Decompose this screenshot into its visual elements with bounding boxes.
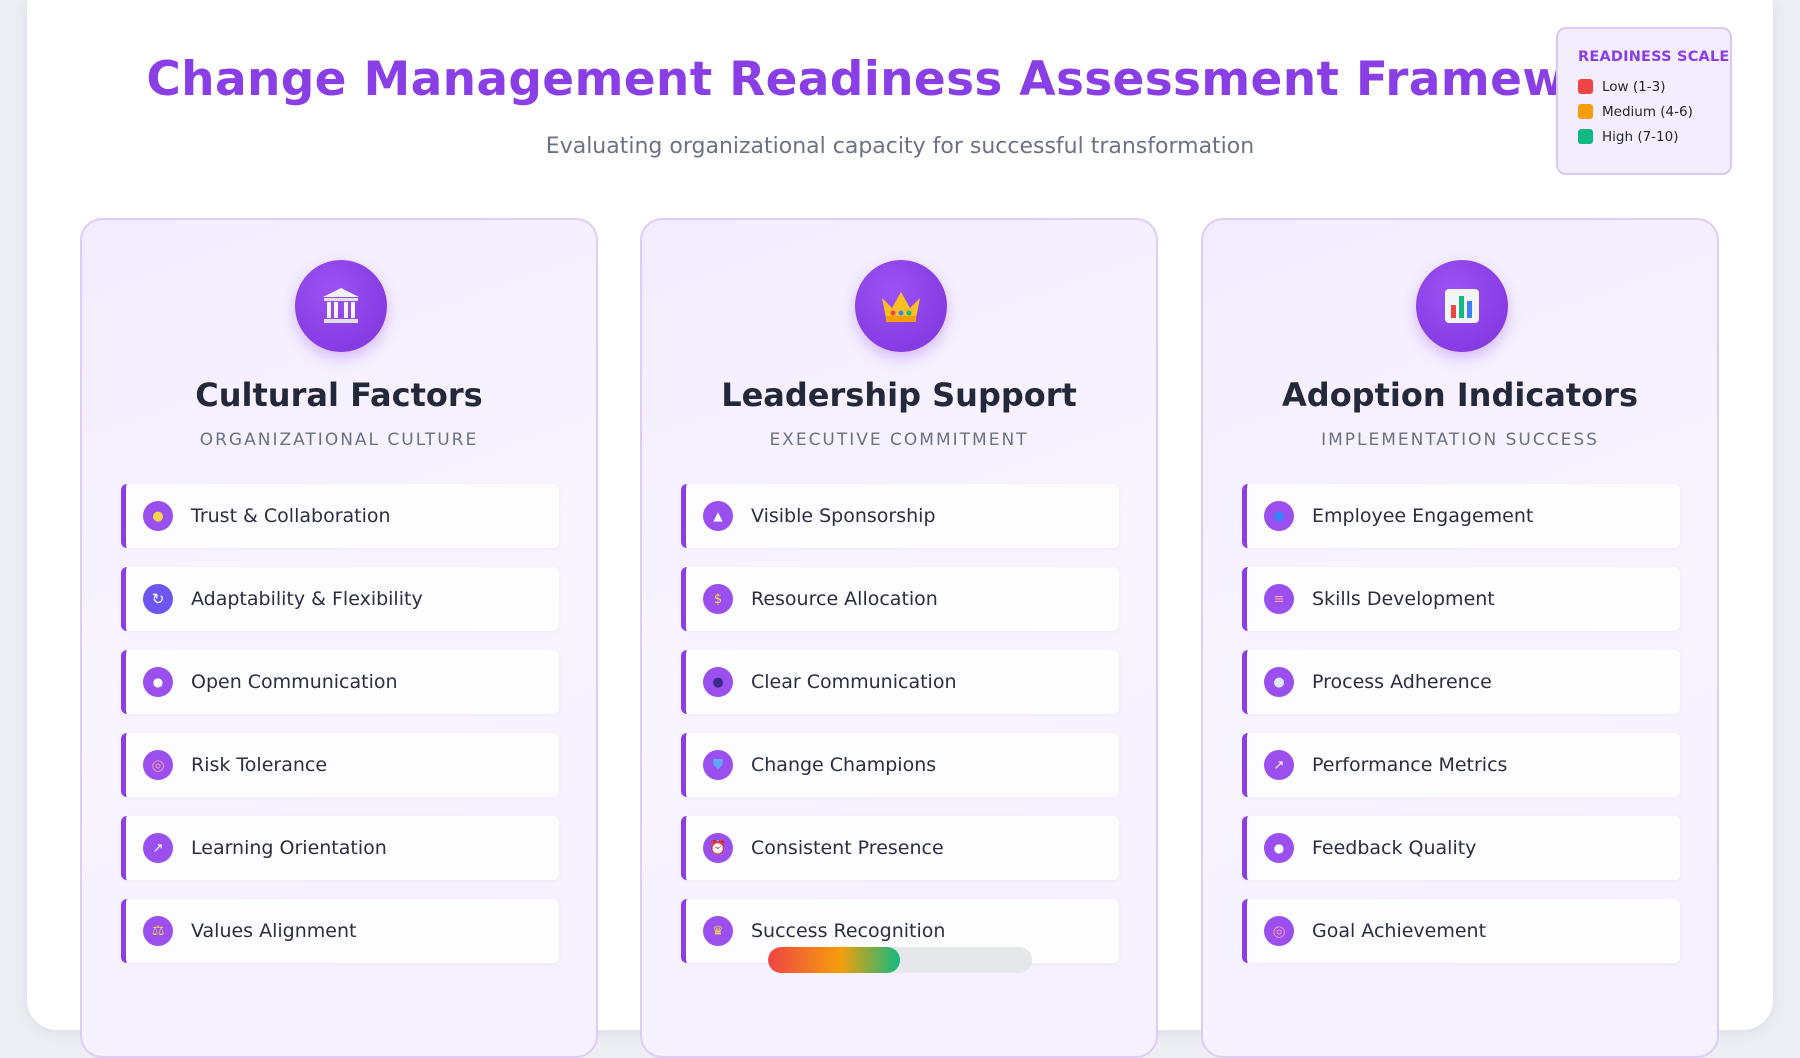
column-title: Leadership Support: [721, 376, 1077, 414]
readiness-progress-fill: [768, 947, 900, 973]
factor-item-values-alignment[interactable]: ⚖ Values Alignment: [121, 899, 559, 963]
alarm-clock-icon: ⏰: [703, 833, 733, 863]
refresh-icon: ↻: [143, 584, 173, 614]
speaking-head-icon: ●: [703, 667, 733, 697]
factor-item-learning-orientation[interactable]: ↗ Learning Orientation: [121, 816, 559, 880]
factor-label: Skills Development: [1312, 588, 1495, 610]
column-title: Cultural Factors: [195, 376, 483, 414]
tent-icon: ▲: [703, 501, 733, 531]
factor-label: Change Champions: [751, 754, 937, 776]
factor-list: ● Trust & Collaboration ↻ Adaptability &…: [121, 484, 559, 982]
classical-building-icon: [295, 260, 387, 352]
factor-label: Resource Allocation: [751, 588, 938, 610]
trend-chart-icon: ↗: [1264, 750, 1294, 780]
factor-label: Employee Engagement: [1312, 505, 1534, 527]
factor-label: Success Recognition: [751, 920, 946, 942]
trend-chart-icon: ↗: [143, 833, 173, 863]
factor-label: Performance Metrics: [1312, 754, 1508, 776]
column-subtitle: ORGANIZATIONAL CULTURE: [199, 430, 479, 450]
legend-label-medium: Medium (4-6): [1602, 103, 1693, 120]
legend-item-low: Low (1-3): [1578, 74, 1730, 99]
factor-item-feedback-quality[interactable]: ● Feedback Quality: [1242, 816, 1680, 880]
factor-label: Visible Sponsorship: [751, 505, 936, 527]
factor-item-employee-engagement[interactable]: ● Employee Engagement: [1242, 484, 1680, 548]
page-subtitle: Evaluating organizational capacity for s…: [545, 134, 1255, 159]
page-title: Change Management Readiness Assessment F…: [146, 52, 1654, 107]
legend-swatch-high: [1578, 129, 1593, 144]
readiness-legend: READINESS SCALE Low (1-3) Medium (4-6) H…: [1556, 27, 1732, 175]
speech-bubble-icon: ●: [143, 667, 173, 697]
factor-label: Adaptability & Flexibility: [191, 588, 423, 610]
legend-label-high: High (7-10): [1602, 128, 1679, 145]
column-subtitle: IMPLEMENTATION SUCCESS: [1321, 430, 1599, 450]
factor-item-skills-development[interactable]: ≡ Skills Development: [1242, 567, 1680, 631]
factor-item-change-champions[interactable]: ⛊ Change Champions: [681, 733, 1119, 797]
target-icon: ◎: [1264, 916, 1294, 946]
target-icon: ◎: [143, 750, 173, 780]
handshake-icon: ●: [143, 501, 173, 531]
column-leadership-support: Leadership Support EXECUTIVE COMMITMENT …: [640, 218, 1158, 1058]
factor-item-resource-allocation[interactable]: $ Resource Allocation: [681, 567, 1119, 631]
factor-label: Values Alignment: [191, 920, 357, 942]
factor-label: Risk Tolerance: [191, 754, 328, 776]
legend-swatch-low: [1578, 79, 1593, 94]
factor-list: ● Employee Engagement ≡ Skills Developme…: [1242, 484, 1680, 982]
factor-label: Open Communication: [191, 671, 398, 693]
factor-label: Process Adherence: [1312, 671, 1492, 693]
factor-label: Goal Achievement: [1312, 920, 1487, 942]
bar-chart-icon: [1416, 260, 1508, 352]
people-icon: ●: [1264, 501, 1294, 531]
factor-label: Consistent Presence: [751, 837, 944, 859]
column-adoption-indicators: Adoption Indicators IMPLEMENTATION SUCCE…: [1201, 218, 1719, 1058]
speech-bubble-icon: ●: [1264, 833, 1294, 863]
books-icon: ≡: [1264, 584, 1294, 614]
readiness-progress-bar: [768, 947, 1032, 973]
balance-scale-icon: ⚖: [143, 916, 173, 946]
factor-item-process-adherence[interactable]: ● Process Adherence: [1242, 650, 1680, 714]
factor-label: Feedback Quality: [1312, 837, 1477, 859]
factor-label: Trust & Collaboration: [191, 505, 391, 527]
legend-swatch-medium: [1578, 104, 1593, 119]
shield-icon: ⛊: [703, 750, 733, 780]
legend-label-low: Low (1-3): [1602, 78, 1666, 95]
column-cultural-factors: Cultural Factors ORGANIZATIONAL CULTURE …: [80, 218, 598, 1058]
factor-label: Clear Communication: [751, 671, 957, 693]
magnifier-icon: ●: [1264, 667, 1294, 697]
factor-item-trust-collaboration[interactable]: ● Trust & Collaboration: [121, 484, 559, 548]
trophy-icon: ♛: [703, 916, 733, 946]
column-title: Adoption Indicators: [1282, 376, 1638, 414]
factor-label: Learning Orientation: [191, 837, 387, 859]
legend-item-high: High (7-10): [1578, 124, 1730, 149]
money-bag-icon: $: [703, 584, 733, 614]
factor-list: ▲ Visible Sponsorship $ Resource Allocat…: [681, 484, 1119, 982]
factor-item-goal-achievement[interactable]: ◎ Goal Achievement: [1242, 899, 1680, 963]
factor-item-clear-communication[interactable]: ● Clear Communication: [681, 650, 1119, 714]
factor-item-adaptability-flexibility[interactable]: ↻ Adaptability & Flexibility: [121, 567, 559, 631]
factor-item-consistent-presence[interactable]: ⏰ Consistent Presence: [681, 816, 1119, 880]
crown-icon: [855, 260, 947, 352]
legend-title: READINESS SCALE: [1578, 49, 1730, 65]
factor-item-open-communication[interactable]: ● Open Communication: [121, 650, 559, 714]
factor-item-visible-sponsorship[interactable]: ▲ Visible Sponsorship: [681, 484, 1119, 548]
legend-item-medium: Medium (4-6): [1578, 99, 1730, 124]
factor-item-risk-tolerance[interactable]: ◎ Risk Tolerance: [121, 733, 559, 797]
column-subtitle: EXECUTIVE COMMITMENT: [769, 430, 1029, 450]
factor-item-performance-metrics[interactable]: ↗ Performance Metrics: [1242, 733, 1680, 797]
